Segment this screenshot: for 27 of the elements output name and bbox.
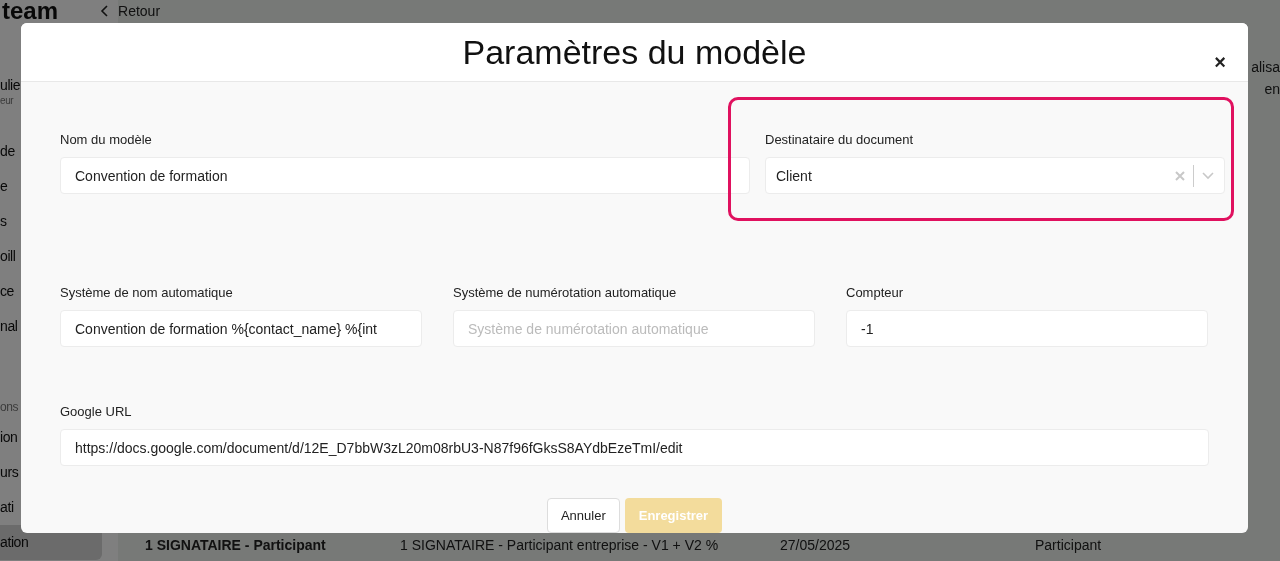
input-field[interactable]: Convention de formation %{contact_name} %{int bbox=[60, 310, 422, 347]
recipient-select[interactable]: Client bbox=[765, 157, 1225, 194]
table-cell-text: 27/05/2025 bbox=[780, 537, 852, 553]
field-label: Système de numérotation automatique bbox=[453, 285, 678, 300]
clear-icon[interactable] bbox=[1175, 170, 1185, 181]
input-field[interactable]: Système de numérotation automatique bbox=[453, 310, 815, 347]
table-cell-text: 1 SIGNATAIRE - Participant entreprise - V1 + V2 % bbox=[400, 537, 720, 553]
modal-title: Paramètres du modèle bbox=[462, 32, 807, 72]
cancel-button[interactable]: Annuler bbox=[546, 498, 620, 533]
column-header: alisa bbox=[1251, 58, 1280, 77]
chevron-left-icon bbox=[100, 5, 109, 17]
field-label: Nom du modèle bbox=[60, 132, 153, 147]
close-button[interactable]: × bbox=[1214, 53, 1226, 71]
field-label: Google URL bbox=[60, 404, 133, 419]
field-label: Système de nom automatique bbox=[60, 285, 234, 300]
input-field[interactable]: -1 bbox=[846, 310, 1208, 347]
table-cell-text: Participant bbox=[1035, 537, 1103, 553]
chevron-down-icon[interactable] bbox=[1202, 171, 1214, 180]
table-cell-text: 1 SIGNATAIRE - Participant bbox=[145, 537, 327, 553]
input-field[interactable]: Convention de formation bbox=[60, 157, 750, 194]
column-header: en bbox=[1264, 80, 1280, 99]
select-value: Client bbox=[776, 167, 813, 184]
field-label: Destinataire du document bbox=[765, 132, 915, 147]
input-field[interactable]: https://docs.google.com/document/d/12E_D7bbW3zL20m08rbU3-N87f96fGksS8AYdbEzeTmI/edit bbox=[60, 429, 1209, 466]
field-label: Compteur bbox=[846, 285, 905, 300]
logo: team bbox=[1, 0, 59, 22]
back-link[interactable]: Retour bbox=[100, 3, 161, 19]
